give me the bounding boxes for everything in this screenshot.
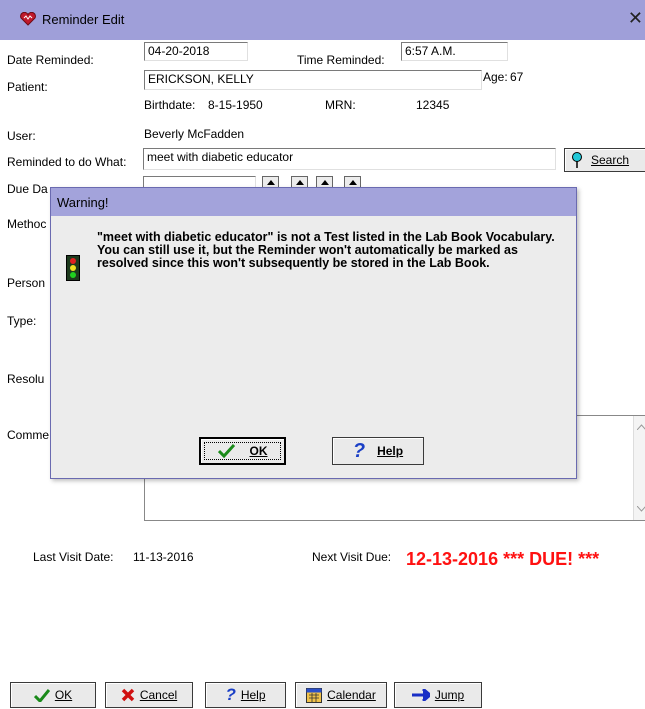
next-visit-label: Next Visit Due: xyxy=(312,550,392,564)
age-value: 67 xyxy=(510,70,524,84)
window-title: Reminder Edit xyxy=(42,12,125,27)
last-visit-label: Last Visit Date: xyxy=(33,550,114,564)
time-reminded-label: Time Reminded: xyxy=(297,53,385,67)
next-visit-value: 12-13-2016 *** DUE! *** xyxy=(406,549,600,569)
birthdate-value: 8-15-1950 xyxy=(208,98,263,112)
birthdate-label: Birthdate: xyxy=(144,98,196,112)
jump-button[interactable]: Jump xyxy=(394,682,482,708)
cancel-button[interactable]: Cancel xyxy=(105,682,193,708)
person-label: Person xyxy=(7,276,46,290)
checkmark-icon xyxy=(33,688,50,702)
dialog-titlebar: Warning! xyxy=(51,188,576,216)
reminded-field[interactable]: meet with diabetic educator xyxy=(143,148,556,170)
ok-button[interactable]: OK xyxy=(10,682,96,708)
help-question-icon: ? xyxy=(225,685,236,704)
method-label: Methoc xyxy=(7,217,47,231)
comment-scrollbar[interactable] xyxy=(633,416,645,520)
calendar-button[interactable]: Calendar xyxy=(295,682,387,708)
type-label: Type: xyxy=(7,314,37,328)
time-reminded-field[interactable]: 6:57 A.M. xyxy=(401,42,508,61)
due-date-label: Due Da xyxy=(7,182,48,196)
dialog-title: Warning! xyxy=(57,195,109,210)
comment-label: Comme xyxy=(7,428,50,442)
user-value: Beverly McFadden xyxy=(144,127,245,141)
window-titlebar: Reminder Edit ✕ xyxy=(0,0,645,40)
cancel-x-icon xyxy=(121,688,135,702)
app-heart-icon xyxy=(20,12,36,26)
date-reminded-label: Date Reminded: xyxy=(7,53,94,67)
patient-field[interactable]: ERICKSON, KELLY xyxy=(144,70,482,90)
calendar-icon xyxy=(306,687,323,703)
mrn-label: MRN: xyxy=(325,98,356,112)
scroll-up-icon[interactable] xyxy=(637,424,645,430)
traffic-light-icon xyxy=(66,255,80,281)
search-button[interactable]: Search xyxy=(564,148,645,172)
user-label: User: xyxy=(7,129,36,143)
dialog-help-button[interactable]: ? Help xyxy=(332,437,424,465)
warning-dialog: Warning! "meet with diabetic educator" i… xyxy=(50,187,577,479)
help-button[interactable]: ? Help xyxy=(205,682,286,708)
jump-arrow-icon xyxy=(411,689,430,701)
age-label: Age: xyxy=(483,70,508,84)
reminded-label: Reminded to do What: xyxy=(7,155,127,169)
dialog-ok-button[interactable]: OK xyxy=(199,437,286,465)
resolution-label: Resolu xyxy=(7,372,45,386)
date-reminded-field[interactable]: 04-20-2018 xyxy=(144,42,248,61)
checkmark-icon xyxy=(217,444,235,458)
search-label: Search xyxy=(591,153,630,167)
dialog-message: "meet with diabetic educator" is not a T… xyxy=(97,230,555,270)
scroll-down-icon[interactable] xyxy=(637,506,645,512)
search-pin-icon xyxy=(572,152,582,168)
mrn-value: 12345 xyxy=(416,98,450,112)
last-visit-value: 11-13-2016 xyxy=(133,550,194,564)
close-icon[interactable]: ✕ xyxy=(628,8,643,29)
help-question-icon: ? xyxy=(352,439,366,462)
patient-label: Patient: xyxy=(7,80,48,94)
